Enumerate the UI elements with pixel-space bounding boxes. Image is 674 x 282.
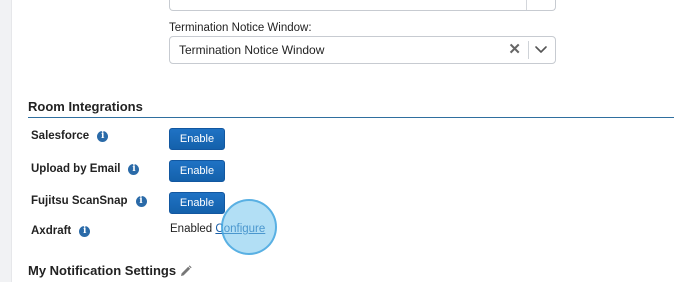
termination-notice-value: Termination Notice Window — [179, 43, 325, 57]
settings-panel: Termination Notice Window: Termination N… — [11, 0, 674, 282]
info-icon[interactable]: i — [128, 163, 140, 175]
axdraft-status-text: Enabled — [170, 223, 213, 235]
previous-select-separator — [526, 0, 527, 10]
termination-notice-select[interactable]: Termination Notice Window ✕ — [169, 36, 556, 64]
integration-name-fujitsu-scansnap: Fujitsu ScanSnap — [31, 195, 128, 207]
notification-settings-title: My Notification Settings — [28, 263, 177, 278]
info-icon[interactable]: i — [79, 225, 91, 237]
notification-settings-heading: My Notification Settings — [28, 263, 192, 278]
info-icon[interactable]: i — [97, 130, 109, 142]
integration-name-axdraft: Axdraft — [31, 225, 72, 237]
enable-upload-by-email-button[interactable]: Enable — [169, 160, 225, 182]
clear-icon[interactable]: ✕ — [508, 41, 521, 59]
axdraft-status: Enabled Configure — [170, 223, 265, 235]
enable-fujitsu-scansnap-button[interactable]: Enable — [169, 192, 225, 214]
integration-label-axdraft: Axdraft i — [31, 225, 91, 237]
pencil-icon[interactable] — [180, 264, 192, 277]
integration-label-salesforce: Salesforce i — [31, 130, 109, 142]
integration-name-salesforce: Salesforce — [31, 130, 90, 142]
section-divider — [28, 117, 674, 118]
previous-select-field[interactable] — [169, 0, 556, 11]
chevron-down-icon[interactable] — [531, 39, 551, 59]
integration-label-fujitsu-scansnap: Fujitsu ScanSnap i — [31, 195, 147, 207]
integration-label-upload-by-email: Upload by Email i — [31, 163, 140, 175]
info-icon[interactable]: i — [135, 195, 147, 207]
configure-link[interactable]: Configure — [215, 223, 265, 235]
enable-salesforce-button[interactable]: Enable — [169, 128, 225, 150]
integration-name-upload-by-email: Upload by Email — [31, 163, 121, 175]
termination-notice-label: Termination Notice Window: — [169, 22, 312, 34]
room-integrations-heading: Room Integrations — [28, 99, 143, 114]
select-separator — [528, 41, 529, 59]
